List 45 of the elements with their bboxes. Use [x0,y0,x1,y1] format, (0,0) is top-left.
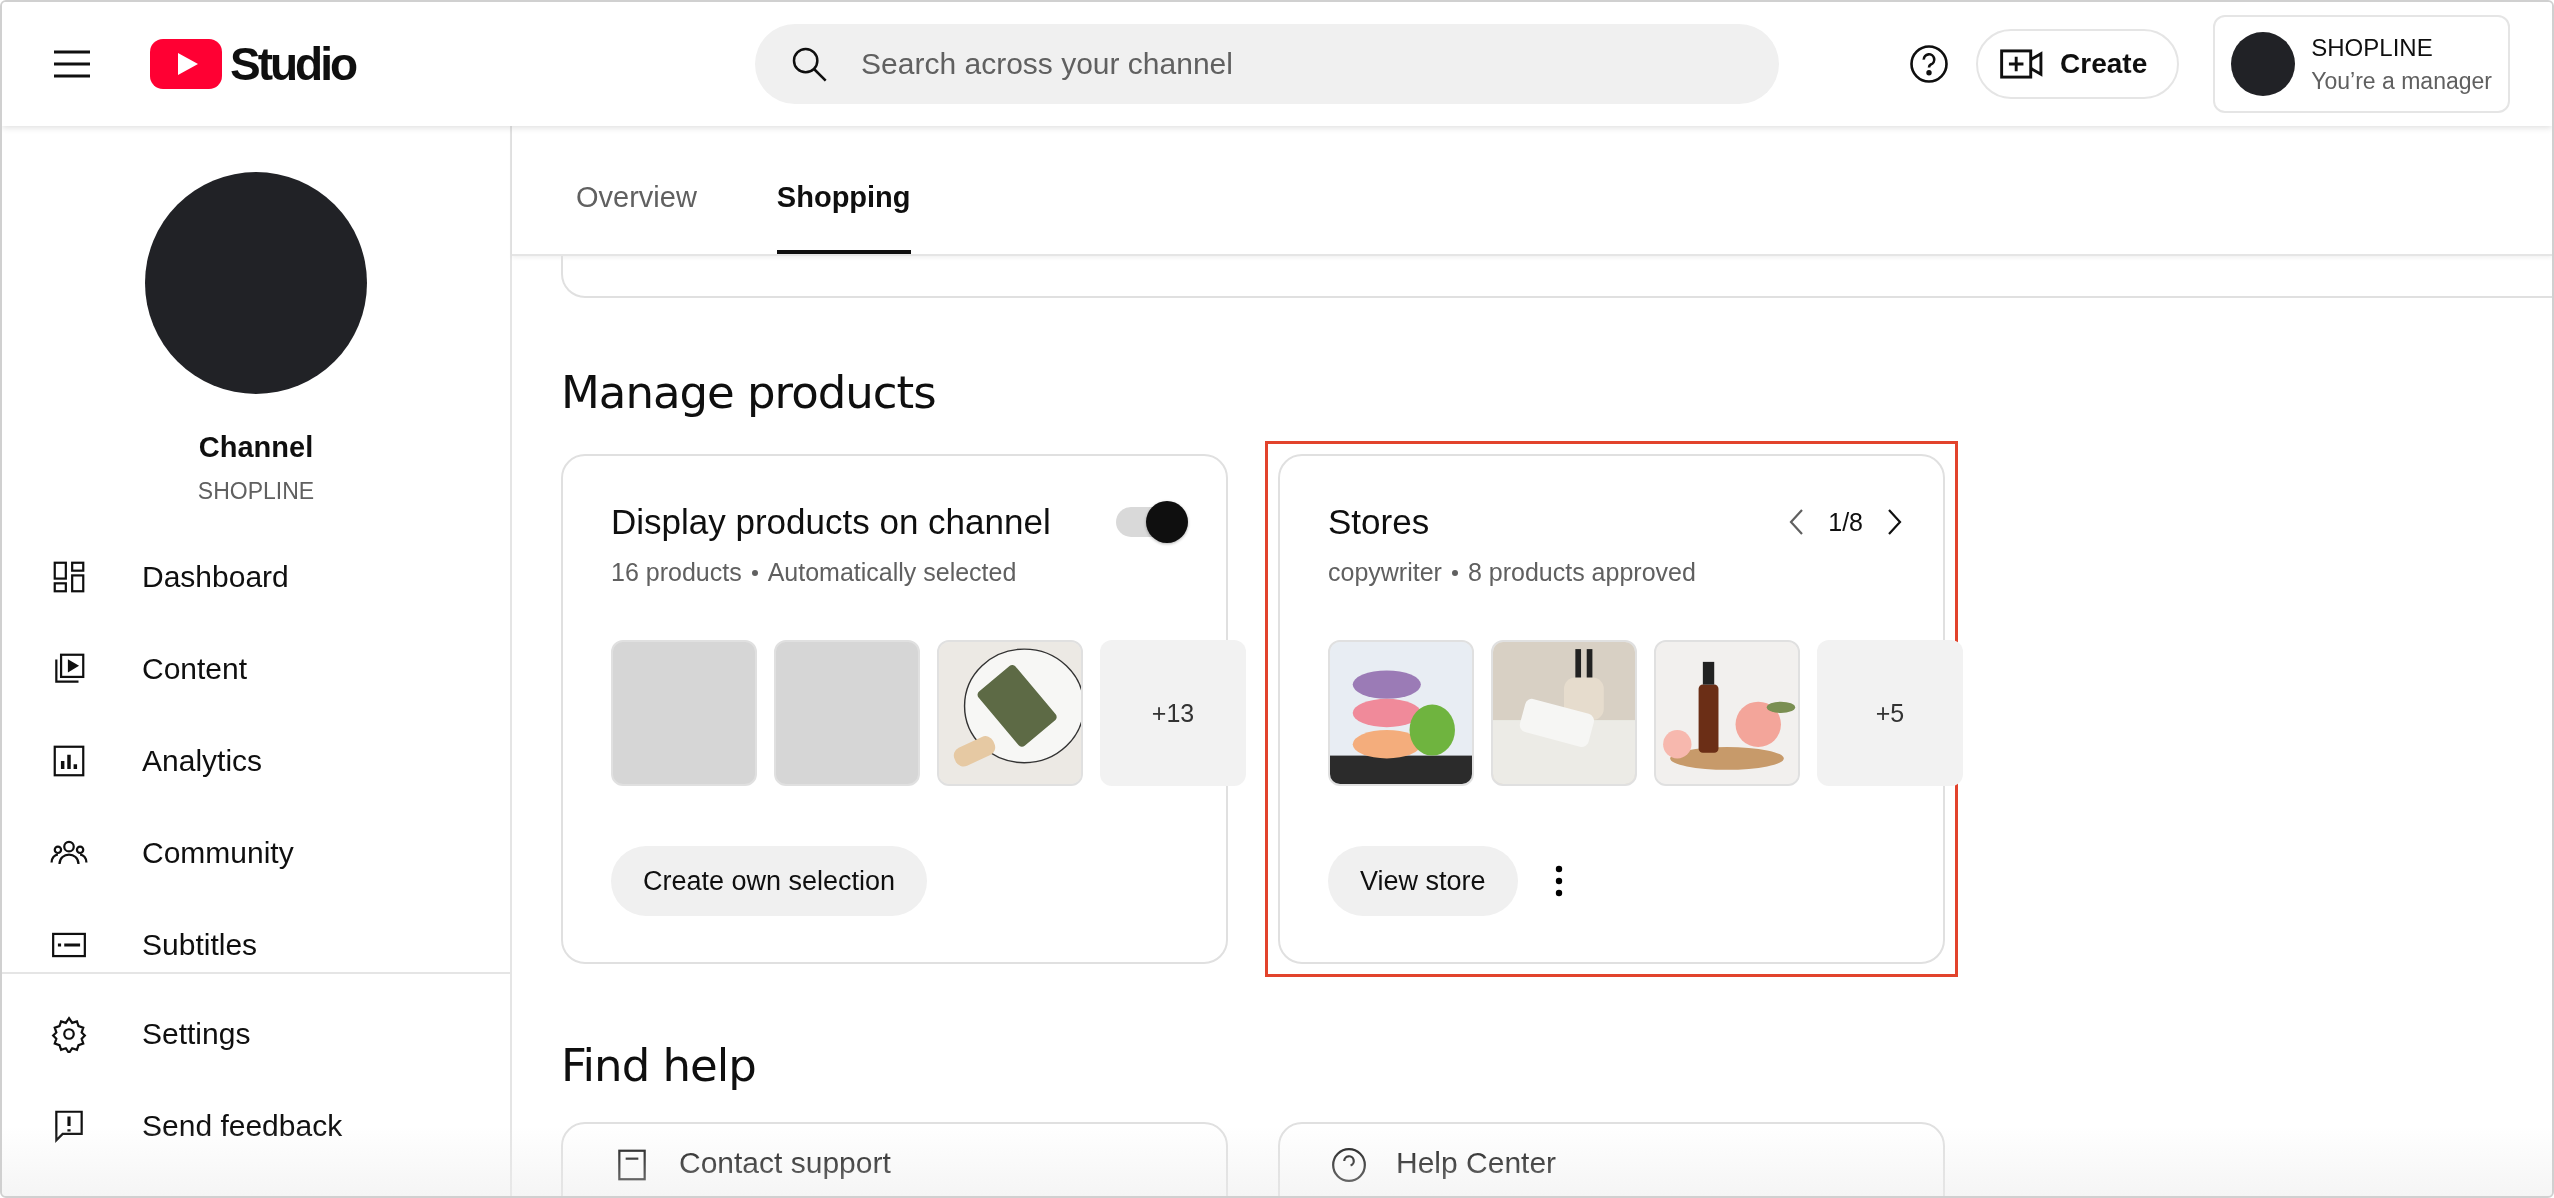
help-card-label: Contact support [679,1146,891,1180]
nav-item[interactable]: Community [2,807,510,899]
card-subtitle: 16 products [611,558,742,587]
channel-title: Channel [198,431,314,464]
card-title: Stores [1328,502,1430,542]
nav-item[interactable]: Subtitles [2,899,510,972]
tab[interactable]: Overview [576,126,697,254]
account-panel[interactable]: SHOPLINE You’re a manager [2213,15,2510,113]
account-name: SHOPLINE [2311,33,2434,62]
help-card[interactable]: Help Center [1278,1122,1945,1196]
more-options-icon[interactable] [1553,864,1564,898]
help-card-label: Help Center [1396,1146,1557,1180]
create-button[interactable]: Create [1976,29,2180,99]
card-subtitle: Automatically selected [767,558,1017,587]
nav-item[interactable]: Analytics [2,715,510,807]
help-icon [1330,1146,1368,1184]
nav-item[interactable]: Dashboard [2,531,510,623]
separator-dot-icon [751,569,758,576]
search-bar[interactable]: Search across your channel [755,24,1780,104]
nav-item[interactable]: Send feedback [2,1080,510,1172]
search-field[interactable]: Search across your channel [859,46,1746,82]
help-card[interactable]: Contact support [561,1122,1228,1196]
settings-icon [50,1015,88,1053]
toggle-switch[interactable] [1116,501,1188,543]
menu-icon[interactable] [52,49,92,79]
nav-item[interactable]: Settings [2,988,510,1080]
help-icon[interactable] [1908,43,1951,85]
card-title: Display products on channel [611,502,1051,542]
tab[interactable]: Shopping [776,126,911,254]
section-title: Manage products [561,366,937,419]
page-counter: 1/8 [1828,507,1863,537]
nav-item[interactable]: Content [2,623,510,715]
card-button[interactable]: Create own selection [611,846,928,916]
account-role: You’re a manager [2311,67,2492,95]
card-subtitle: 8 products approved [1467,558,1696,587]
separator-dot-icon [1451,569,1458,576]
more-count[interactable]: +5 [1817,640,1963,786]
channel-name: SHOPLINE [197,478,315,505]
logo-text: Studio [230,37,356,91]
card-subtitle: copywriter [1328,558,1442,587]
more-count[interactable]: +13 [1100,640,1246,786]
section-title: Find help [561,1039,757,1092]
card-button[interactable]: View store [1328,846,1518,916]
play-logo-icon [150,39,222,89]
video-plus-icon [2000,48,2045,80]
